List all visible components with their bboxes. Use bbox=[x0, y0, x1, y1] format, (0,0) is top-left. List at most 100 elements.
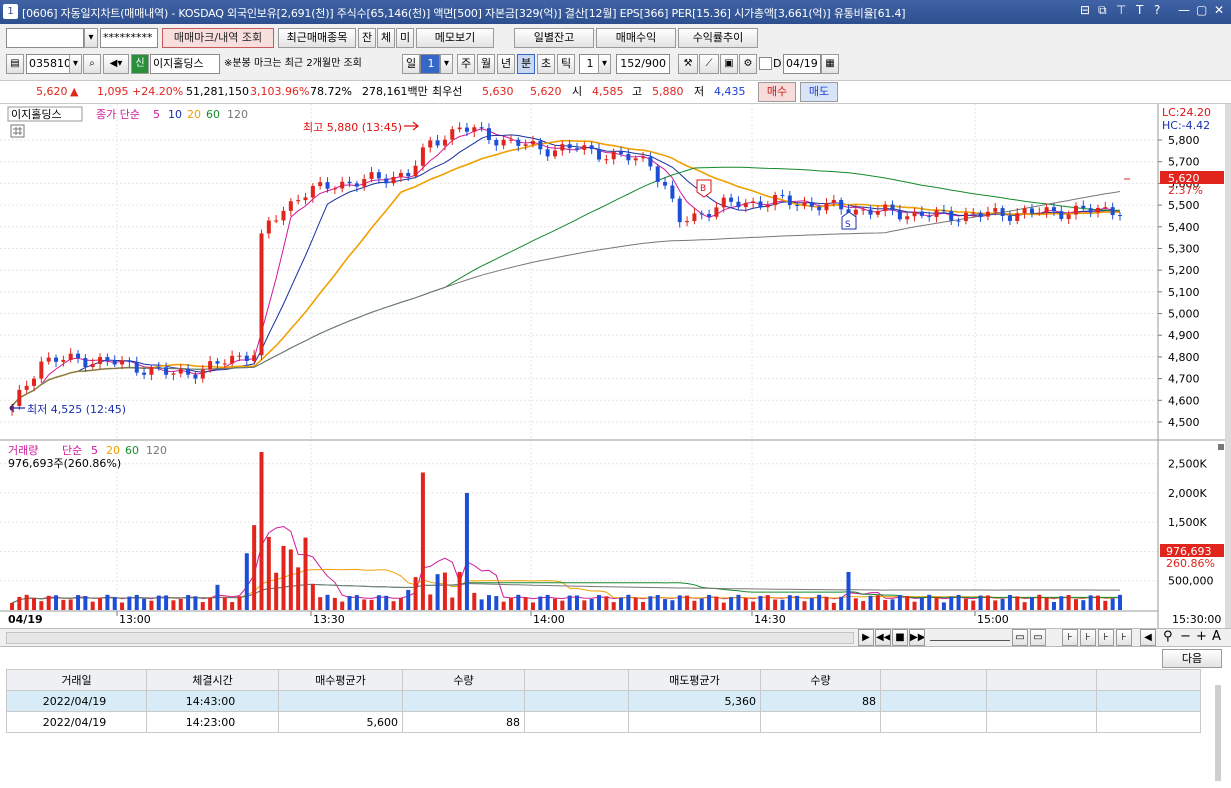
zoom-in-icon[interactable]: + bbox=[1196, 627, 1207, 647]
data-count-input[interactable]: 152/900 bbox=[616, 54, 670, 74]
price-panel-name[interactable]: 이지홀딩스 bbox=[11, 108, 62, 121]
volume-bar bbox=[178, 598, 183, 610]
search-icon[interactable]: ⌕ bbox=[83, 54, 101, 74]
date-input[interactable]: 04/19 bbox=[783, 54, 821, 74]
candle-body bbox=[721, 197, 726, 208]
scroll-right-icon[interactable]: ▶ bbox=[858, 629, 874, 646]
compare-icon[interactable]: ▭ bbox=[1012, 629, 1028, 646]
indicator-icon-2[interactable]: ⊦ bbox=[1080, 629, 1096, 646]
period-week-button[interactable]: 주 bbox=[457, 54, 475, 74]
volume-panel-name[interactable]: 거래량 bbox=[8, 444, 38, 457]
candle-body bbox=[589, 145, 594, 150]
time-tick-label: 13:00 bbox=[119, 613, 151, 626]
candle-body bbox=[406, 173, 411, 177]
password-input[interactable]: ********* bbox=[100, 28, 158, 48]
account-dropdown-icon[interactable]: ▾ bbox=[84, 28, 98, 48]
account-select[interactable] bbox=[6, 28, 84, 48]
trade-mark-query-button[interactable]: 매매마크/내역 조회 bbox=[162, 28, 274, 48]
chart-area[interactable]: 5,8005,7005,6005,5005,4005,3005,2005,100… bbox=[0, 104, 1231, 628]
indicator-icon-4[interactable]: ⊦ bbox=[1116, 629, 1132, 646]
forward-icon[interactable]: ▶▶ bbox=[909, 629, 925, 646]
sell-button[interactable]: 매도 bbox=[800, 82, 838, 102]
period-month-button[interactable]: 월 bbox=[477, 54, 495, 74]
grid-toggle-icon[interactable] bbox=[10, 124, 25, 138]
col-sell-avg[interactable]: 매도평균가 bbox=[628, 669, 761, 691]
recent-trades-button[interactable]: 최근매매종목 bbox=[278, 28, 356, 48]
col-buy-qty[interactable]: 수량 bbox=[402, 669, 525, 691]
col-buy-avg[interactable]: 매수평균가 bbox=[278, 669, 403, 691]
current-price: 5,620 bbox=[36, 85, 68, 98]
volume-bar bbox=[17, 596, 22, 610]
price-volume-chart[interactable]: 5,8005,7005,6005,5005,4005,3005,2005,100… bbox=[0, 104, 1231, 628]
period-tick-button[interactable]: 틱 bbox=[557, 54, 575, 74]
reset-zoom-icon[interactable]: A bbox=[1212, 627, 1221, 647]
draw-line-icon[interactable]: ⟋ bbox=[699, 54, 719, 74]
close-icon[interactable]: ✕ bbox=[1214, 3, 1224, 17]
save-icon[interactable]: ▣ bbox=[720, 54, 738, 74]
buy-marker[interactable]: B bbox=[696, 179, 712, 198]
font-icon[interactable]: T bbox=[1136, 3, 1143, 17]
period-day-button[interactable]: 일 bbox=[402, 54, 420, 74]
sell-marker[interactable]: S bbox=[841, 211, 857, 230]
period-number-input[interactable]: 1 bbox=[420, 54, 440, 74]
col-trade-date[interactable]: 거래일 bbox=[6, 669, 147, 691]
tools-icon[interactable]: ⚒ bbox=[678, 54, 698, 74]
period-second-button[interactable]: 초 bbox=[537, 54, 555, 74]
chart-scrollbar[interactable] bbox=[6, 632, 854, 644]
volume-bar bbox=[729, 597, 734, 610]
indicator-icon-3[interactable]: ⊦ bbox=[1098, 629, 1114, 646]
volume-bar bbox=[83, 596, 88, 610]
candle-body bbox=[582, 145, 587, 150]
speaker-icon[interactable]: ◀▾ bbox=[103, 54, 129, 74]
minimize-icon[interactable]: — bbox=[1178, 3, 1190, 17]
code-dropdown-icon[interactable]: ▾ bbox=[69, 54, 82, 74]
calendar-icon[interactable]: ▦ bbox=[821, 54, 839, 74]
interval-input[interactable]: 1 bbox=[579, 54, 599, 74]
candle-body bbox=[765, 205, 770, 208]
filled-button[interactable]: 체 bbox=[377, 28, 395, 48]
stock-name-field[interactable]: 이지홀딩스 bbox=[150, 54, 220, 74]
candle-body bbox=[1110, 207, 1115, 216]
zoom-out-icon[interactable]: − bbox=[1180, 627, 1191, 647]
layout-icon[interactable]: ⊟ bbox=[1080, 3, 1090, 17]
table-row[interactable]: 2022/04/19 14:43:00 5,360 88 bbox=[6, 690, 1201, 712]
scroll-left-icon[interactable]: ◀ bbox=[1140, 629, 1156, 646]
candle-body bbox=[17, 389, 22, 406]
next-button[interactable]: 다음 bbox=[1162, 649, 1222, 668]
window-icon[interactable]: ▭ bbox=[1030, 629, 1046, 646]
pin-icon[interactable]: ⊤ bbox=[1116, 3, 1126, 17]
volume-bar bbox=[714, 596, 719, 610]
buy-button[interactable]: 매수 bbox=[758, 82, 796, 102]
daily-balance-button[interactable]: 일별잔고 bbox=[514, 28, 594, 48]
zoom-slider[interactable] bbox=[930, 633, 1010, 641]
change-value: 1,095 bbox=[97, 85, 129, 98]
table-row[interactable]: 2022/04/19 14:23:00 5,600 88 bbox=[6, 711, 1201, 733]
trade-profit-button[interactable]: 매매수익 bbox=[596, 28, 676, 48]
period-year-button[interactable]: 년 bbox=[497, 54, 515, 74]
yield-trend-button[interactable]: 수익률추이 bbox=[678, 28, 758, 48]
table-scrollbar[interactable] bbox=[1215, 685, 1221, 781]
gear-icon[interactable]: ⚙ bbox=[739, 54, 757, 74]
rewind-icon[interactable]: ◀◀ bbox=[875, 629, 891, 646]
indicator-icon-1[interactable]: ⊦ bbox=[1062, 629, 1078, 646]
interval-dropdown-icon[interactable]: ▾ bbox=[598, 54, 611, 74]
candle-body bbox=[347, 181, 352, 184]
date-checkbox[interactable] bbox=[759, 57, 772, 70]
panel-collapse-icon[interactable] bbox=[1218, 444, 1224, 450]
copy-window-icon[interactable]: ⧉ bbox=[1098, 3, 1107, 18]
volume-bar bbox=[802, 601, 807, 610]
unfilled-button[interactable]: 미 bbox=[396, 28, 414, 48]
col-sell-qty[interactable]: 수량 bbox=[760, 669, 881, 691]
candle-body bbox=[178, 369, 183, 374]
memo-view-button[interactable]: 메모보기 bbox=[416, 28, 494, 48]
help-icon[interactable]: ? bbox=[1154, 3, 1160, 17]
period-minute-button[interactable]: 분 bbox=[517, 54, 535, 74]
stock-code-input[interactable]: 035810 bbox=[26, 54, 70, 74]
zoom-search-icon[interactable]: ⚲ bbox=[1163, 627, 1173, 647]
stop-icon[interactable]: ■ bbox=[892, 629, 908, 646]
maximize-icon[interactable]: ▢ bbox=[1196, 3, 1207, 17]
chart-type-icon[interactable]: ▤ bbox=[6, 54, 24, 74]
col-fill-time[interactable]: 체결시간 bbox=[146, 669, 279, 691]
balance-button[interactable]: 잔 bbox=[358, 28, 376, 48]
period-dropdown-icon[interactable]: ▾ bbox=[440, 54, 453, 74]
